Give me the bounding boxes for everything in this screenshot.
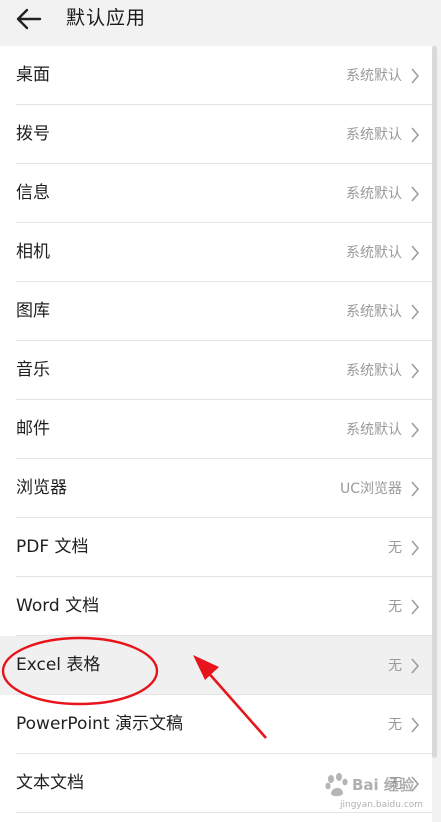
app-bar: 默认应用 xyxy=(0,0,441,44)
chevron-right-icon xyxy=(411,68,420,84)
chevron-right-icon xyxy=(411,540,420,556)
chevron-right-icon xyxy=(411,186,420,202)
list-item-dialer[interactable]: 拨号 系统默认 xyxy=(0,105,432,164)
list-item-value: 无 xyxy=(388,717,402,733)
list-item-value: 无 xyxy=(388,540,402,556)
watermark-brand: Bai 经验 xyxy=(352,776,414,794)
list-item-label: 音乐 xyxy=(16,360,50,380)
list-item-value: UC浏览器 xyxy=(339,481,402,497)
list-item-camera[interactable]: 相机 系统默认 xyxy=(0,223,432,282)
paw-icon xyxy=(325,773,348,797)
list-item-value: 系统默认 xyxy=(346,127,402,143)
list-item-gallery[interactable]: 图库 系统默认 xyxy=(0,282,432,341)
list-item-music[interactable]: 音乐 系统默认 xyxy=(0,341,432,400)
list-item-label: 拨号 xyxy=(16,124,50,144)
chevron-right-icon xyxy=(411,127,420,143)
list-item-value: 系统默认 xyxy=(346,422,402,438)
list-item-browser[interactable]: 浏览器 UC浏览器 xyxy=(0,459,432,518)
list-item-label: 浏览器 xyxy=(16,478,67,498)
list-item-value: 无 xyxy=(388,658,402,674)
chevron-right-icon xyxy=(411,658,420,674)
chevron-right-icon xyxy=(411,245,420,261)
page-title: 默认应用 xyxy=(66,7,147,29)
chevron-right-icon xyxy=(411,717,420,733)
default-app-list: 桌面 系统默认 拨号 系统默认 信息 系统默认 相机 系统默认 图库 系统默认 xyxy=(0,46,432,822)
list-item-label: Excel 表格 xyxy=(16,655,101,675)
list-item-excel[interactable]: Excel 表格 无 xyxy=(0,636,432,695)
list-item-label: 文本文档 xyxy=(16,773,84,793)
list-item-label: PDF 文档 xyxy=(16,537,89,557)
chevron-right-icon xyxy=(411,304,420,320)
back-arrow-icon xyxy=(16,8,42,30)
chevron-right-icon xyxy=(411,422,420,438)
list-item-pdf[interactable]: PDF 文档 无 xyxy=(0,518,432,577)
watermark: Bai 经验 jingyan.baidu.com xyxy=(322,770,438,818)
list-item-mail[interactable]: 邮件 系统默认 xyxy=(0,400,432,459)
chevron-right-icon xyxy=(411,363,420,379)
default-apps-screen: 默认应用 桌面 系统默认 拨号 系统默认 信息 系统默认 相机 系统默认 图库 … xyxy=(0,0,441,822)
watermark-url: jingyan.baidu.com xyxy=(340,800,424,810)
list-item-label: 桌面 xyxy=(16,65,50,85)
list-item-label: 邮件 xyxy=(16,419,50,439)
list-item-value: 系统默认 xyxy=(346,68,402,84)
list-item-powerpoint[interactable]: PowerPoint 演示文稿 无 xyxy=(0,695,432,754)
list-item-label: Word 文档 xyxy=(16,596,100,616)
list-item-value: 系统默认 xyxy=(346,245,402,261)
list-item-label: PowerPoint 演示文稿 xyxy=(16,714,184,734)
chevron-right-icon xyxy=(411,599,420,615)
list-item-label: 图库 xyxy=(16,301,50,321)
list-item-value: 系统默认 xyxy=(346,304,402,320)
list-item-messages[interactable]: 信息 系统默认 xyxy=(0,164,432,223)
list-item-word[interactable]: Word 文档 无 xyxy=(0,577,432,636)
list-item-desktop[interactable]: 桌面 系统默认 xyxy=(0,46,432,105)
chevron-right-icon xyxy=(411,481,420,497)
scrollbar[interactable] xyxy=(432,46,437,758)
list-item-value: 系统默认 xyxy=(346,363,402,379)
list-item-value: 无 xyxy=(388,599,402,615)
list-item-value: 系统默认 xyxy=(346,186,402,202)
list-item-label: 信息 xyxy=(16,183,50,203)
list-item-label: 相机 xyxy=(16,242,50,262)
back-button[interactable] xyxy=(14,4,46,34)
